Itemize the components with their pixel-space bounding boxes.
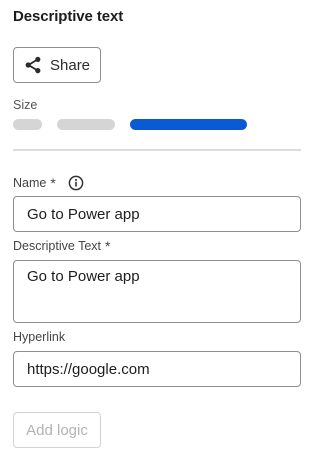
- name-input[interactable]: [13, 196, 301, 232]
- descriptive-text-label: Descriptive Text: [13, 239, 101, 253]
- share-icon: [24, 56, 42, 74]
- required-marker: *: [50, 175, 56, 191]
- share-button-label: Share: [50, 56, 91, 74]
- name-label-row: Name *: [13, 175, 84, 191]
- share-button[interactable]: Share: [13, 47, 101, 83]
- hyperlink-input[interactable]: [13, 351, 301, 387]
- hyperlink-label-row: Hyperlink: [13, 330, 65, 344]
- descriptive-text-input[interactable]: Go to Power app: [13, 260, 301, 323]
- name-label: Name: [13, 176, 47, 190]
- panel-title: Descriptive text: [13, 8, 124, 25]
- descriptive-text-label-row: Descriptive Text *: [13, 239, 110, 253]
- divider: [13, 149, 301, 151]
- add-logic-button[interactable]: Add logic: [13, 412, 101, 448]
- info-icon[interactable]: [68, 175, 84, 191]
- size-option-large[interactable]: [130, 119, 247, 130]
- hyperlink-label: Hyperlink: [13, 330, 66, 344]
- size-option-medium[interactable]: [57, 119, 115, 130]
- required-marker: *: [105, 238, 111, 254]
- size-selector: [13, 119, 247, 130]
- size-label: Size: [13, 98, 38, 112]
- size-option-small[interactable]: [13, 119, 42, 130]
